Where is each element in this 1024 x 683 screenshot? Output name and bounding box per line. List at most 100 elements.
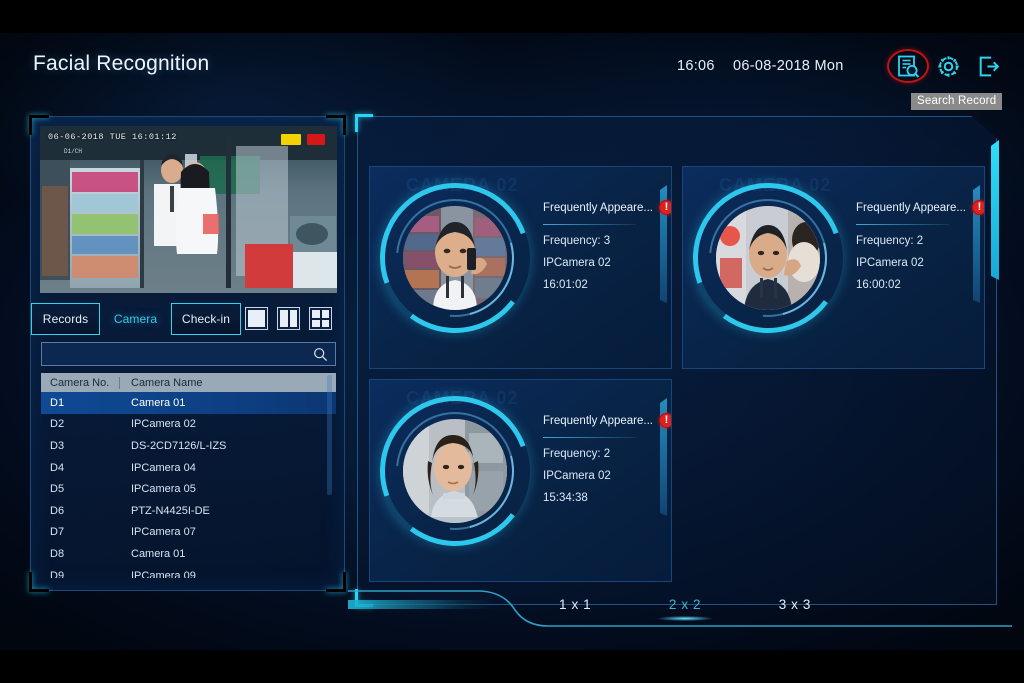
preview-layout-buttons (245, 307, 332, 330)
video-preview[interactable]: 06-06-2018 TUE 16:01:12 D1/CH (40, 126, 337, 293)
table-row[interactable]: D7 IPCamera 07 (41, 522, 336, 544)
cell-camera-no: D1 (50, 396, 65, 409)
cell-camera-name: IPCamera 07 (131, 526, 196, 539)
layout-4-icon[interactable] (309, 307, 332, 330)
face-thumbnail-ring (370, 380, 555, 571)
card-info: Frequently Appeare... ! Frequency: 3 IPC… (543, 200, 671, 301)
tab-records[interactable]: Records (31, 303, 100, 335)
card-title-row: Frequently Appeare... ! (543, 413, 671, 428)
corner-bracket-bottom-right (326, 572, 346, 592)
face-image (403, 419, 507, 523)
layout-2-icon[interactable] (277, 307, 300, 330)
table-row[interactable]: D6 PTZ-N4425I-DE (41, 500, 336, 522)
layout-option-2x2[interactable]: 2 x 2 (658, 596, 712, 621)
video-badge-red (307, 134, 325, 145)
layout-1-icon[interactable] (245, 307, 268, 330)
cell-camera-no: D3 (50, 439, 65, 452)
cell-camera-name: DS-2CD7126/L-IZS (131, 439, 227, 452)
view-layout-selector: 1 x 1 2 x 2 3 x 3 (555, 591, 815, 621)
card-frequency: Frequency: 2 (856, 235, 924, 247)
camera-table: Camera No. Camera Name D1 Camera 01 D2 I… (41, 373, 336, 578)
scrollbar-thumb[interactable] (327, 375, 332, 495)
alert-icon[interactable]: ! (658, 413, 671, 428)
alert-icon[interactable]: ! (658, 200, 671, 215)
card-info: Frequently Appeare... ! Frequency: 2 IPC… (543, 413, 671, 514)
header-date: 06-08-2018 Mon (733, 58, 844, 74)
card-camera: IPCamera 02 (856, 257, 924, 269)
card-camera: IPCamera 02 (543, 257, 611, 269)
cell-camera-no: D4 (50, 461, 65, 474)
card-title: Frequently Appeare... (856, 201, 966, 214)
letterbox-bottom (0, 650, 1024, 683)
table-row[interactable]: D5 IPCamera 05 (41, 478, 336, 500)
face-card[interactable]: CAMERA 02 Frequently Appeare... ! Freque… (369, 379, 672, 582)
table-row[interactable]: D3 DS-2CD7126/L-IZS (41, 435, 336, 457)
card-title-row: Frequently Appeare... ! (543, 200, 671, 215)
card-frequency: Frequency: 3 (543, 235, 611, 247)
search-record-highlight-ring (887, 49, 929, 83)
cell-camera-no: D7 (50, 526, 65, 539)
tab-camera[interactable]: Camera (101, 303, 170, 335)
camera-list-scrollbar[interactable] (326, 373, 333, 578)
corner-bracket-top-left (29, 115, 49, 135)
camera-search-box[interactable] (41, 342, 336, 366)
face-card[interactable]: CAMERA 02 Frequently Appeare... ! Freque… (369, 166, 672, 369)
corner-bracket-top-right (326, 115, 346, 135)
card-time: 15:34:38 (543, 492, 588, 504)
cell-camera-no: D6 (50, 504, 65, 517)
left-panel: 06-06-2018 TUE 16:01:12 D1/CH Records Ca… (29, 115, 346, 592)
cell-camera-no: D2 (50, 418, 65, 431)
table-row[interactable]: D2 IPCamera 02 (41, 414, 336, 436)
header-time: 16:06 (677, 58, 715, 74)
card-title: Frequently Appeare... (543, 201, 653, 214)
column-header-camera-no: Camera No. (50, 376, 110, 389)
gear-icon[interactable] (933, 51, 963, 81)
corner-bracket-bottom-left (29, 572, 49, 592)
column-header-camera-name: Camera Name (131, 376, 203, 389)
letterbox-top (0, 0, 1024, 33)
table-row[interactable]: D4 IPCamera 04 (41, 457, 336, 479)
card-title: Frequently Appeare... (543, 414, 653, 427)
table-row[interactable]: D9 IPCamera 09 (41, 565, 336, 578)
cell-camera-name: IPCamera 02 (131, 418, 196, 431)
face-image (403, 206, 507, 310)
table-row[interactable]: D8 Camera 01 (41, 543, 336, 565)
exit-icon[interactable] (973, 51, 1003, 81)
layout-option-2x2-label: 2 x 2 (668, 596, 702, 612)
card-divider (543, 224, 636, 225)
cell-camera-name: PTZ-N4425I-DE (131, 504, 210, 517)
card-title-row: Frequently Appeare... ! (856, 200, 984, 215)
cell-camera-name: IPCamera 09 (131, 569, 196, 578)
cell-camera-name: Camera 01 (131, 396, 186, 409)
layout-option-1x1[interactable]: 1 x 1 (555, 597, 595, 612)
cell-camera-no: D9 (50, 569, 65, 578)
active-indicator (658, 615, 712, 621)
right-panel-accent-bar (991, 140, 999, 280)
app-header: Facial Recognition 16:06 06-08-2018 Mon (0, 33, 1024, 110)
video-osd-channel: D1/CH (64, 148, 83, 155)
face-image (716, 206, 820, 310)
app-window: Facial Recognition 16:06 06-08-2018 Mon (0, 33, 1024, 650)
card-time: 16:00:02 (856, 279, 901, 291)
cell-camera-name: IPCamera 05 (131, 483, 196, 496)
search-icon[interactable] (313, 347, 328, 362)
camera-table-header: Camera No. Camera Name (41, 373, 336, 392)
corner-bracket-top-left (355, 114, 373, 132)
search-record-tooltip: Search Record (911, 93, 1003, 110)
cell-camera-name: IPCamera 04 (131, 461, 196, 474)
card-time: 16:01:02 (543, 279, 588, 291)
alert-icon[interactable]: ! (971, 200, 984, 215)
camera-search-input[interactable] (42, 343, 313, 365)
camera-table-body: D1 Camera 01 D2 IPCamera 02 D3 DS-2CD712… (41, 392, 336, 578)
face-card[interactable]: CAMERA 02 Frequently Appeare... ! Freque… (682, 166, 985, 369)
face-thumbnail-ring (370, 167, 555, 358)
cell-camera-name: Camera 01 (131, 547, 186, 560)
right-panel: CAMERA 02 Frequently Appeare... ! Freque… (355, 114, 999, 607)
face-thumbnail-ring (683, 167, 868, 358)
page-title: Facial Recognition (33, 52, 210, 75)
table-row[interactable]: D1 Camera 01 (41, 392, 336, 414)
layout-option-3x3[interactable]: 3 x 3 (775, 597, 815, 612)
card-frequency: Frequency: 2 (543, 448, 611, 460)
card-divider (856, 224, 949, 225)
tab-check-in[interactable]: Check-in (171, 303, 241, 335)
